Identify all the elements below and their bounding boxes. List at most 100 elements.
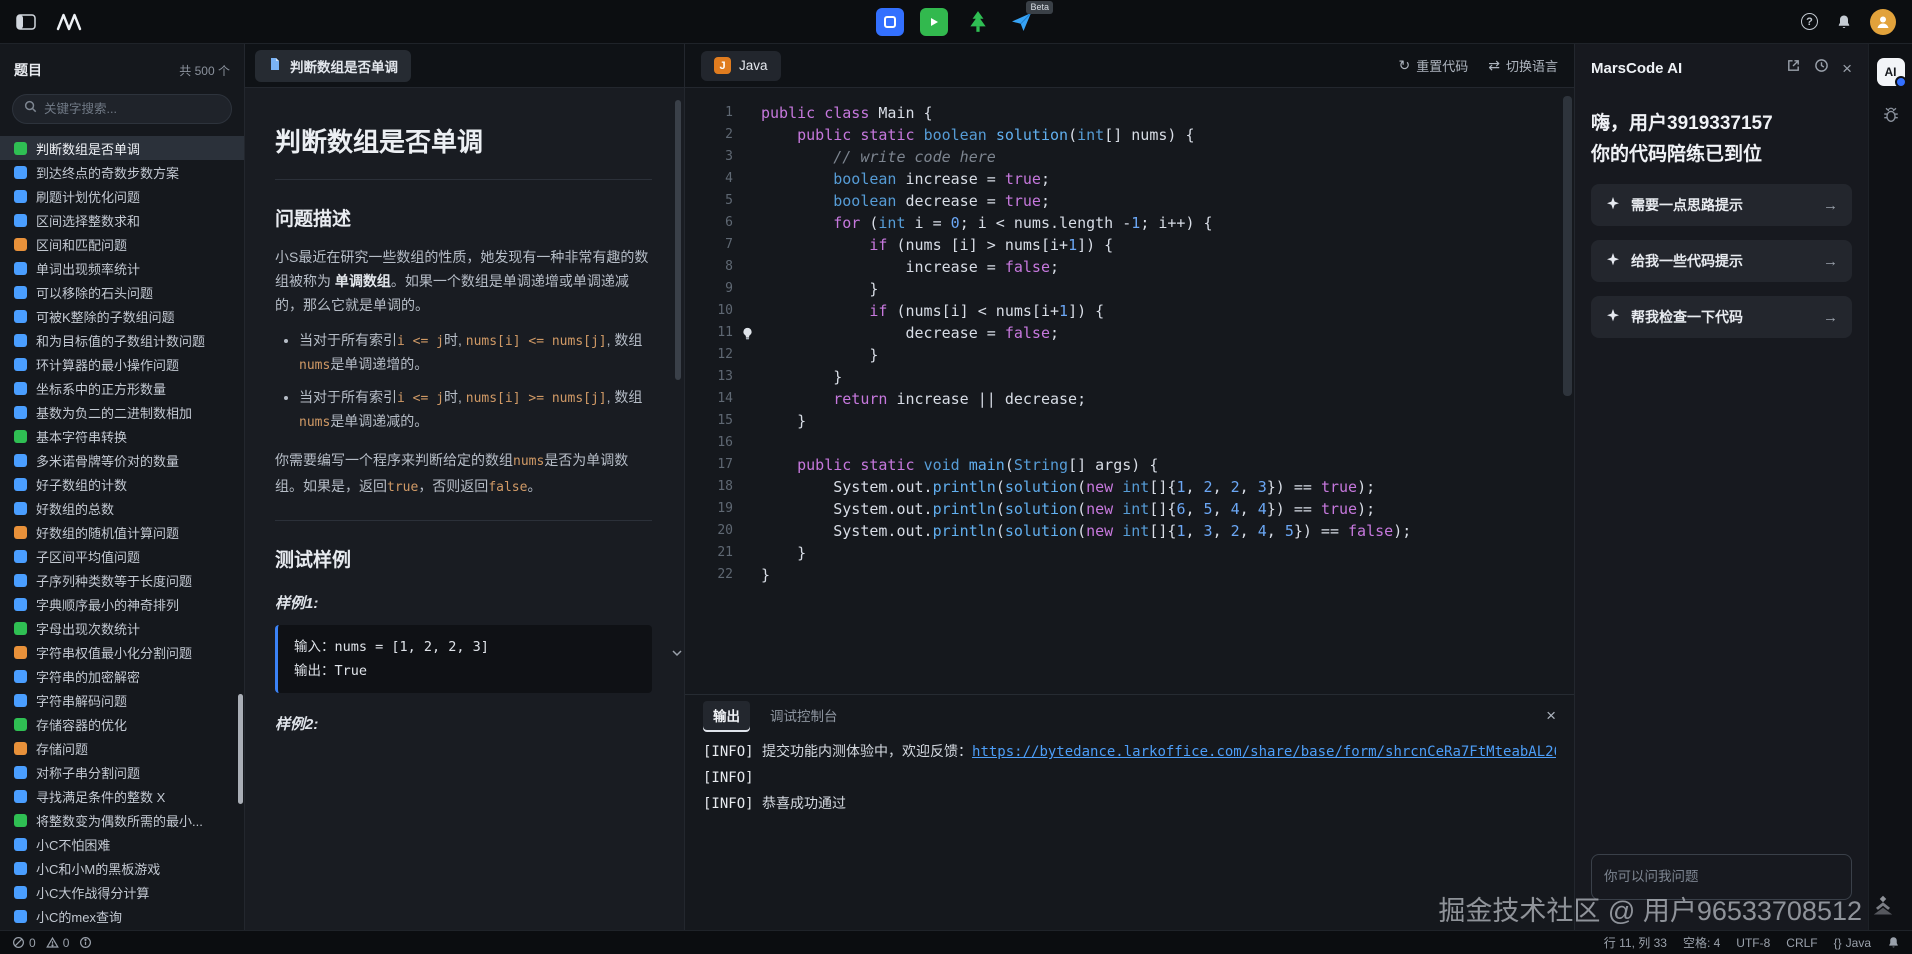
problem-list-item[interactable]: 环计算器的最小操作问题 (0, 352, 244, 376)
sidebar-scrollbar[interactable] (238, 694, 243, 804)
code-line[interactable]: 22 } (685, 564, 1574, 586)
history-icon[interactable] (1814, 58, 1829, 78)
tree-app-icon[interactable] (964, 8, 992, 36)
notifications-bell-icon[interactable] (1887, 936, 1900, 949)
code-line[interactable]: 9 } (685, 278, 1574, 300)
problem-list-item[interactable]: 字符串权值最小化分割问题 (0, 640, 244, 664)
problem-list-item[interactable]: 字典顺序最小的神奇排列 (0, 592, 244, 616)
language-mode[interactable]: {} Java (1834, 936, 1871, 950)
problem-list-item[interactable]: 小C大作战得分计算 (0, 880, 244, 904)
code-line[interactable]: 6 for (int i = 0; i < nums.length -1; i+… (685, 212, 1574, 234)
problem-scrollbar[interactable] (675, 100, 681, 380)
code-line[interactable]: 17 public static void main(String[] args… (685, 454, 1574, 476)
problem-list-item[interactable]: 区间和匹配问题 (0, 232, 244, 256)
plane-app-icon[interactable]: Beta (1008, 8, 1036, 36)
code-line[interactable]: 3 // write code here (685, 146, 1574, 168)
problem-list-item[interactable]: 刷题计划优化问题 (0, 184, 244, 208)
code-line[interactable]: 15 } (685, 410, 1574, 432)
code-line[interactable]: 21 } (685, 542, 1574, 564)
tab-java[interactable]: J Java (701, 51, 781, 81)
problem-list-item[interactable]: 和为目标值的子数组计数问题 (0, 328, 244, 352)
help-icon[interactable]: ? (1801, 13, 1818, 30)
warning-count[interactable]: 0 (46, 936, 70, 950)
problem-list-item[interactable]: 字符串解码问题 (0, 688, 244, 712)
switch-language-button[interactable]: ⇄ 切换语言 (1488, 56, 1558, 75)
problem-list-item[interactable]: 区间选择整数求和 (0, 208, 244, 232)
code-line[interactable]: 18 System.out.println(solution(new int[]… (685, 476, 1574, 498)
problem-list-item[interactable]: 可被K整除的子数组问题 (0, 304, 244, 328)
code-line[interactable]: 12 } (685, 344, 1574, 366)
ai-chat-input[interactable] (1591, 854, 1852, 900)
problem-list-item[interactable]: 寻找满足条件的整数 X (0, 784, 244, 808)
problem-list-item[interactable]: 判断数组是否单调 (0, 136, 244, 160)
encoding[interactable]: UTF-8 (1736, 936, 1770, 950)
problem-list-item[interactable]: 字母出现次数统计 (0, 616, 244, 640)
reset-code-button[interactable]: ↻ 重置代码 (1399, 56, 1469, 75)
ai-suggestion-card[interactable]: 帮我检查一下代码 → (1591, 296, 1852, 338)
problem-list-item[interactable]: 小C的合法size序列问题 (0, 928, 244, 930)
problem-list-item[interactable]: 子区间平均值问题 (0, 544, 244, 568)
code-line[interactable]: 2 public static boolean solution(int[] n… (685, 124, 1574, 146)
problem-list-item[interactable]: 子序列种类数等于长度问题 (0, 568, 244, 592)
cursor-position[interactable]: 行 11, 列 33 (1604, 934, 1667, 951)
problem-list-item[interactable]: 可以移除的石头问题 (0, 280, 244, 304)
code-line[interactable]: 8 increase = false; (685, 256, 1574, 278)
chevron-down-icon[interactable] (671, 644, 683, 662)
problem-list-item[interactable]: 小C和小M的黑板游戏 (0, 856, 244, 880)
code-line[interactable]: 5 boolean decrease = true; (685, 190, 1574, 212)
error-count[interactable]: 0 (12, 936, 36, 950)
search-input[interactable] (44, 102, 220, 116)
problem-list-item[interactable]: 好数组的总数 (0, 496, 244, 520)
bug-icon[interactable] (1882, 106, 1900, 129)
run-app-icon[interactable] (920, 8, 948, 36)
search-box[interactable] (12, 94, 232, 124)
editor-scrollbar[interactable] (1563, 96, 1572, 396)
problem-list-item[interactable]: 基数为负二的二进制数相加 (0, 400, 244, 424)
problem-list-item[interactable]: 好子数组的计数 (0, 472, 244, 496)
tab-debug-console[interactable]: 调试控制台 (770, 705, 838, 725)
problem-list-item[interactable]: 小C的mex查询 (0, 904, 244, 928)
problem-list-item[interactable]: 好数组的随机值计算问题 (0, 520, 244, 544)
console-close-icon[interactable]: × (1546, 707, 1556, 724)
ai-close-icon[interactable]: × (1842, 60, 1852, 77)
problem-list-item[interactable]: 对称子串分割问题 (0, 760, 244, 784)
code-line[interactable]: 13 } (685, 366, 1574, 388)
problem-sidebar: 题目 共 500 个 判断数组是否单调 到达终点的奇数步数方案 (0, 44, 245, 930)
eol-setting[interactable]: CRLF (1786, 936, 1817, 950)
problem-list-item[interactable]: 单词出现频率统计 (0, 256, 244, 280)
problem-list-item[interactable]: 多米诺骨牌等价对的数量 (0, 448, 244, 472)
ai-suggestion-card[interactable]: 需要一点思路提示 → (1591, 184, 1852, 226)
code-line[interactable]: 7 if (nums [i] > nums[i+1]) { (685, 234, 1574, 256)
code-line[interactable]: 19 System.out.println(solution(new int[]… (685, 498, 1574, 520)
problem-list-item-label: 和为目标值的子数组计数问题 (36, 331, 205, 350)
code-editor[interactable]: 1 public class Main { 2 (685, 88, 1574, 694)
indent-setting[interactable]: 空格: 4 (1683, 934, 1720, 951)
avatar[interactable] (1870, 9, 1896, 35)
ai-badge-icon[interactable]: AI (1877, 58, 1905, 86)
problem-list-item[interactable]: 坐标系中的正方形数量 (0, 376, 244, 400)
problem-list-item[interactable]: 基本字符串转换 (0, 424, 244, 448)
problem-tab[interactable]: 判断数组是否单调 (255, 50, 411, 82)
feedback-link[interactable]: https://bytedance.larkoffice.com/share/b… (972, 744, 1556, 760)
code-line[interactable]: 16 (685, 432, 1574, 454)
problem-list-item[interactable]: 存储问题 (0, 736, 244, 760)
problem-list-item[interactable]: 存储容器的优化 (0, 712, 244, 736)
docs-app-icon[interactable] (876, 8, 904, 36)
tab-output[interactable]: 输出 (703, 701, 750, 730)
problem-list-item[interactable]: 字符串的加密解密 (0, 664, 244, 688)
code-line[interactable]: 20 System.out.println(solution(new int[]… (685, 520, 1574, 542)
code-line[interactable]: 10 if (nums[i] < nums[i+1]) { (685, 300, 1574, 322)
lightbulb-icon[interactable] (741, 327, 754, 340)
problem-list-item[interactable]: 小C不怕困难 (0, 832, 244, 856)
problem-list-item[interactable]: 到达终点的奇数步数方案 (0, 160, 244, 184)
code-line[interactable]: 1 public class Main { (685, 102, 1574, 124)
sidebar-toggle-icon[interactable] (16, 14, 36, 30)
info-icon[interactable] (79, 936, 92, 949)
problem-list-item[interactable]: 将整数变为偶数所需的最小... (0, 808, 244, 832)
bell-icon[interactable] (1836, 14, 1852, 30)
code-line[interactable]: 14 return increase || decrease; (685, 388, 1574, 410)
ai-suggestion-card[interactable]: 给我一些代码提示 → (1591, 240, 1852, 282)
export-icon[interactable] (1786, 58, 1801, 78)
code-line[interactable]: 11 decrease = false; (685, 322, 1574, 344)
code-line[interactable]: 4 boolean increase = true; (685, 168, 1574, 190)
